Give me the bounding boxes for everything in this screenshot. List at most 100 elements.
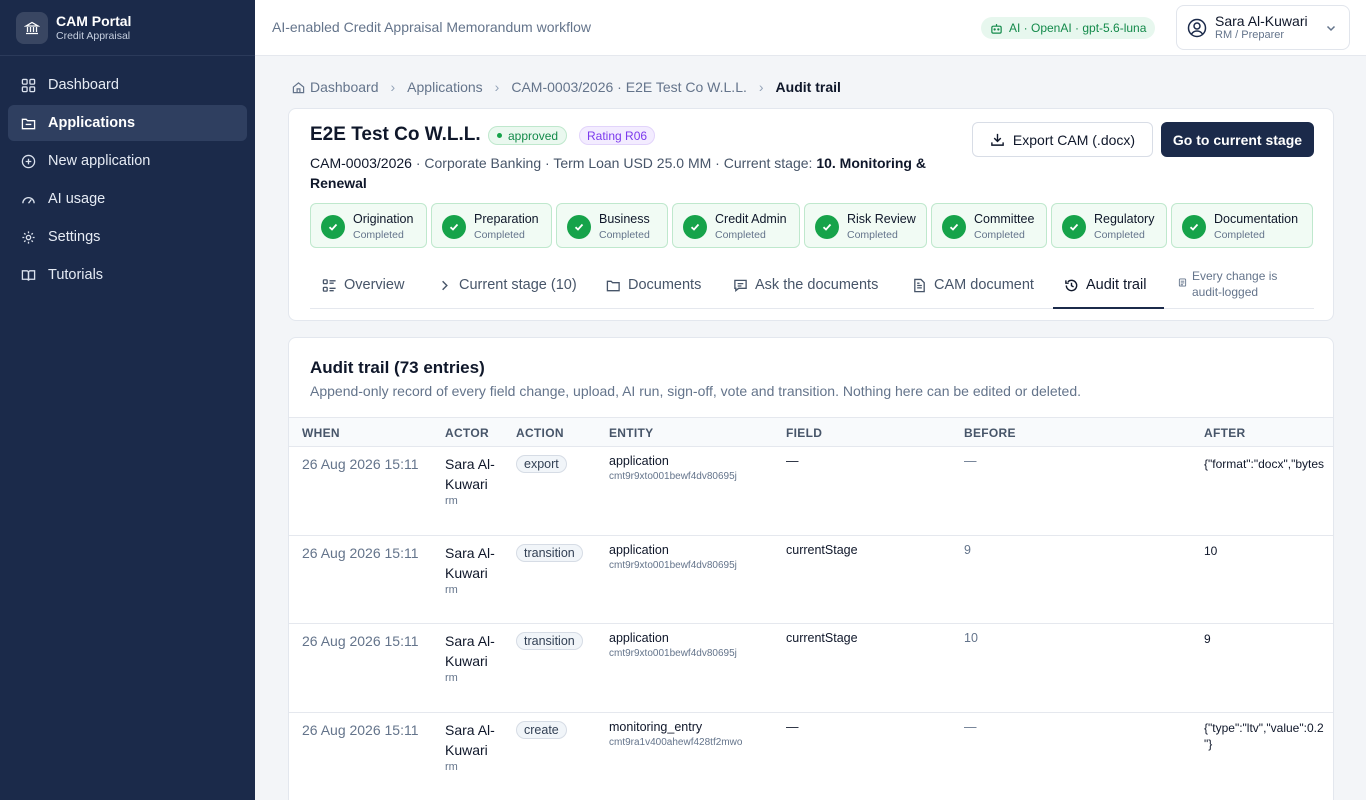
table-row: 26 Aug 2026 15:11 Sara Al-Kuwari rm tran… (289, 536, 1333, 624)
cell-entity: monitoring_entry cmt9ra1v400ahewf428tf2m… (609, 720, 742, 750)
sidebar-item-dashboard[interactable]: Dashboard (8, 67, 247, 103)
sidebar-item-tutorials[interactable]: Tutorials (8, 257, 247, 293)
active-tab-indicator (1053, 307, 1164, 309)
gear-icon (22, 230, 35, 244)
application-code: CAM-0003/2026 (310, 155, 412, 171)
breadcrumb-dashboard[interactable]: Dashboard (310, 79, 379, 95)
sidebar-item-label: Dashboard (48, 77, 119, 93)
cell-entity: application cmt9r9xto001bewf4dv80695j (609, 631, 737, 661)
cell-actor: Sara Al-Kuwari rm (445, 543, 505, 597)
check-circle-icon (942, 215, 966, 239)
cell-entity: application cmt9r9xto001bewf4dv80695j (609, 543, 737, 573)
sidebar-item-applications[interactable]: Applications (8, 105, 247, 141)
breadcrumb-applications[interactable]: Applications (407, 79, 483, 95)
sidebar-item-settings[interactable]: Settings (8, 219, 247, 255)
column-header-when: WHEN (302, 426, 340, 440)
stage-status: Completed (1094, 229, 1145, 241)
actor-role: rm (445, 584, 458, 596)
table-row: 26 Aug 2026 15:11 Sara Al-Kuwari rm tran… (289, 624, 1333, 713)
tab-documents[interactable]: Documents (606, 261, 701, 309)
stage-name: Origination (353, 212, 414, 226)
stage-status: Completed (474, 229, 525, 241)
sidebar-item-label: Settings (48, 229, 101, 245)
column-header-before: BEFORE (964, 426, 1016, 440)
check-circle-icon (1062, 215, 1086, 239)
action-badge: transition (516, 544, 583, 562)
stage-risk-review[interactable]: Risk Review Completed (804, 203, 927, 248)
entity-id: cmt9ra1v400ahewf428tf2mwo (609, 737, 743, 748)
status-dot (497, 133, 502, 138)
grid-icon (21, 78, 36, 92)
gauge-icon (22, 196, 35, 204)
status-badge: approved (488, 126, 568, 145)
chevron-right-icon (442, 280, 448, 290)
actor-name: Sara Al-Kuwari (445, 456, 495, 492)
tab-ask-documents[interactable]: Ask the documents (733, 261, 878, 309)
stage-origination[interactable]: Origination Completed (310, 203, 427, 248)
actor-role: rm (445, 761, 458, 773)
tab-cam-document[interactable]: CAM document (912, 261, 1034, 309)
stage-documentation[interactable]: Documentation Completed (1171, 203, 1313, 248)
stage-status: Completed (715, 229, 766, 241)
check-circle-icon (442, 215, 466, 239)
sidebar-item-new-application[interactable]: New application (8, 143, 247, 179)
cell-before: — (964, 454, 977, 468)
column-header-actor: ACTOR (445, 426, 489, 440)
user-menu[interactable]: Sara Al-Kuwari RM / Preparer (1176, 5, 1350, 50)
stage-regulatory[interactable]: Regulatory Completed (1051, 203, 1167, 248)
check-circle-icon (1182, 215, 1206, 239)
entity-type: application (609, 454, 669, 468)
brand[interactable]: CAM Portal Credit Appraisal (0, 0, 255, 56)
tab-overview[interactable]: Overview (322, 261, 404, 309)
stage-name: Documentation (1214, 212, 1299, 226)
column-header-action: ACTION (516, 426, 564, 440)
cell-when: 26 Aug 2026 15:11 (302, 545, 419, 561)
tab-label: Current stage (10) (459, 277, 577, 293)
entity-id: cmt9r9xto001bewf4dv80695j (609, 648, 737, 659)
cell-entity: application cmt9r9xto001bewf4dv80695j (609, 454, 737, 484)
check-circle-icon (815, 215, 839, 239)
entity-type: application (609, 631, 669, 645)
tab-audit-trail[interactable]: Audit trail (1064, 261, 1146, 309)
column-header-entity: ENTITY (609, 426, 654, 440)
application-name: E2E Test Co W.L.L. (310, 124, 481, 145)
tab-current-stage[interactable]: Current stage (10) (437, 261, 577, 309)
tab-label: Audit trail (1086, 277, 1147, 293)
sidebar-item-label: AI usage (48, 191, 106, 207)
stage-credit-admin[interactable]: Credit Admin Completed (672, 203, 800, 248)
export-cam-button[interactable]: Export CAM (.docx) (972, 122, 1153, 157)
robot-icon (991, 23, 1002, 34)
go-to-current-stage-button[interactable]: Go to current stage (1161, 122, 1314, 157)
tab-label: Overview (344, 277, 405, 293)
user-role: RM / Preparer (1215, 29, 1285, 41)
stage-preparation[interactable]: Preparation Completed (431, 203, 552, 248)
stage-status: Completed (1214, 229, 1265, 241)
stage-status: Completed (599, 229, 650, 241)
breadcrumb-current: Audit trail (775, 79, 841, 95)
sidebar-nav: Dashboard Applications New application A… (0, 67, 255, 293)
column-header-after: AFTER (1204, 426, 1246, 440)
stage-committee[interactable]: Committee Completed (931, 203, 1047, 248)
breadcrumb-application[interactable]: CAM-0003/2026 · E2E Test Co W.L.L. (511, 79, 747, 95)
action-badge: transition (516, 632, 583, 650)
home-icon (292, 81, 305, 93)
sidebar-item-ai-usage[interactable]: AI usage (8, 181, 247, 217)
audit-trail-title: Audit trail (73 entries) (310, 358, 485, 377)
sidebar-item-label: Applications (48, 115, 136, 131)
breadcrumb: Dashboard › Applications › CAM-0003/2026… (292, 79, 841, 95)
stage-business[interactable]: Business Completed (556, 203, 668, 248)
cell-before: 9 (964, 543, 971, 557)
stage-status: Completed (353, 229, 404, 241)
cell-after: {"type":"ltv","value":0.2 "} (1204, 721, 1324, 751)
stage-name: Business (599, 212, 650, 226)
tab-label: Ask the documents (755, 277, 879, 293)
audit-table-header: WHEN ACTOR ACTION ENTITY FIELD BEFORE AF… (289, 417, 1333, 447)
audit-log-note-text: Every change is audit-logged (1192, 269, 1278, 299)
stage-name: Preparation (474, 212, 539, 226)
entity-type: application (609, 543, 669, 557)
status-text: approved (508, 128, 559, 143)
cell-after: 9 (1204, 632, 1211, 646)
log-icon (1178, 278, 1187, 287)
entity-type: monitoring_entry (609, 720, 703, 734)
user-name: Sara Al-Kuwari (1215, 13, 1308, 29)
